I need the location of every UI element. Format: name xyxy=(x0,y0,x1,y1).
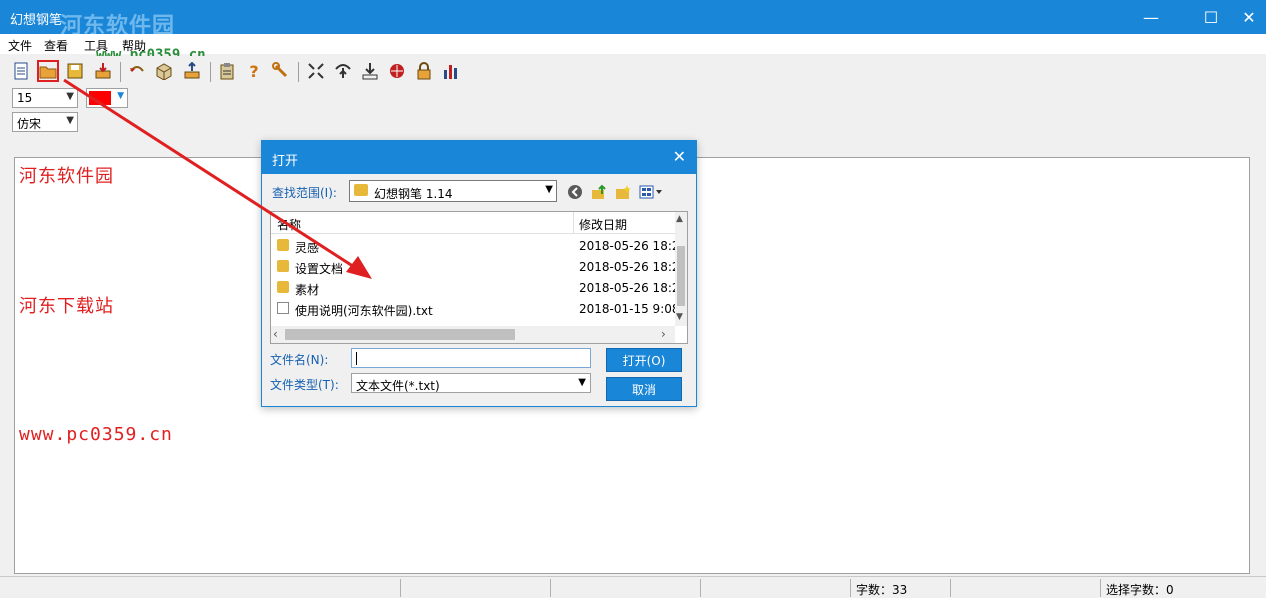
dialog-close-button[interactable]: ✕ xyxy=(673,147,686,166)
chevron-down-icon: ▼ xyxy=(578,377,586,388)
list-item[interactable]: 使用说明(河东软件园).txt 2018-01-15 9:08 xyxy=(271,298,675,319)
open-dialog: 打开 ✕ 查找范围(I): 幻想钢笔 1.14 ▼ 名称 修改日期 灵感 201… xyxy=(261,140,697,407)
selected-count: 选择字数：0 xyxy=(1106,583,1174,597)
toolbar-separator xyxy=(120,62,121,82)
item-name: 素材 xyxy=(295,283,320,297)
text-caret xyxy=(356,352,357,365)
status-divider xyxy=(1100,579,1101,597)
wrench-icon[interactable] xyxy=(270,60,292,82)
status-bar: 字数：33 选择字数：0 xyxy=(0,576,1266,598)
new-file-icon[interactable] xyxy=(10,60,32,82)
scroll-thumb[interactable] xyxy=(285,329,515,340)
export-icon[interactable] xyxy=(92,60,114,82)
look-in-label: 查找范围(I): xyxy=(272,186,337,200)
up-folder-icon[interactable] xyxy=(590,183,608,201)
scroll-left-icon[interactable]: ‹ xyxy=(273,327,278,341)
view-menu-icon[interactable] xyxy=(638,183,664,201)
open-button[interactable]: 打开(O) xyxy=(606,348,682,372)
editor-line: www.pc0359.cn xyxy=(19,424,173,445)
undo-icon[interactable] xyxy=(126,60,148,82)
folder-icon xyxy=(354,184,368,196)
new-folder-icon[interactable] xyxy=(614,183,632,201)
upload-icon[interactable] xyxy=(332,60,354,82)
font-name-value: 仿宋 xyxy=(17,117,42,131)
lock-icon[interactable] xyxy=(413,60,435,82)
box-icon[interactable] xyxy=(153,60,175,82)
chevron-down-icon: ▼ xyxy=(117,91,124,101)
editor-line: 河东下载站 xyxy=(19,296,114,317)
item-date: 2018-01-15 9:08 xyxy=(579,302,675,316)
back-icon[interactable] xyxy=(566,183,584,201)
status-divider xyxy=(950,579,951,597)
status-divider xyxy=(850,579,851,597)
open-folder-icon[interactable] xyxy=(37,60,59,82)
ball-icon[interactable] xyxy=(386,60,408,82)
text-file-icon xyxy=(277,302,289,314)
menu-file[interactable]: 文件 xyxy=(8,37,32,54)
clipboard-icon[interactable] xyxy=(216,60,238,82)
toolbar-separator xyxy=(210,62,211,82)
window-title: 幻想钢笔 xyxy=(10,13,63,28)
filename-label: 文件名(N): xyxy=(270,353,329,367)
minimize-button[interactable]: — xyxy=(1128,0,1174,34)
font-size-select[interactable]: 15 ▼ xyxy=(12,88,78,108)
item-date: 2018-05-26 18:2 xyxy=(579,260,675,274)
cancel-button[interactable]: 取消 xyxy=(606,377,682,401)
dialog-title-bar: 打开 ✕ xyxy=(262,141,696,174)
status-divider xyxy=(400,579,401,597)
dialog-title: 打开 xyxy=(272,154,299,169)
toolbar: ? xyxy=(0,56,1266,86)
chevron-down-icon: ▼ xyxy=(545,184,553,195)
filetype-value: 文本文件(*.txt) xyxy=(356,379,440,393)
list-item[interactable]: 素材 2018-05-26 18:2 xyxy=(271,277,675,298)
menu-view[interactable]: 查看 xyxy=(44,37,68,54)
scroll-up-icon[interactable]: ▲ xyxy=(676,214,683,224)
editor-line: 河东软件园 xyxy=(19,166,114,187)
status-divider xyxy=(550,579,551,597)
item-name: 灵感 xyxy=(295,241,320,255)
fullscreen-icon[interactable] xyxy=(305,60,327,82)
close-button[interactable]: ✕ xyxy=(1226,0,1266,34)
look-in-select[interactable]: 幻想钢笔 1.14 ▼ xyxy=(349,180,557,202)
title-bar: 幻想钢笔 河东软件园 — ☐ ✕ xyxy=(0,0,1266,39)
import-icon[interactable] xyxy=(181,60,203,82)
vertical-scrollbar[interactable]: ▲ ▼ xyxy=(675,212,687,326)
scroll-right-icon[interactable]: › xyxy=(661,327,666,341)
folder-icon xyxy=(277,281,289,293)
chevron-down-icon: ▼ xyxy=(66,91,74,102)
toolbar-separator xyxy=(298,62,299,82)
font-size-value: 15 xyxy=(17,91,33,105)
item-name: 设置文档 xyxy=(295,262,344,276)
font-name-select[interactable]: 仿宋 ▼ xyxy=(12,112,78,132)
status-divider xyxy=(700,579,701,597)
filetype-label: 文件类型(T): xyxy=(270,378,339,392)
folder-icon xyxy=(277,239,289,251)
file-list[interactable]: 名称 修改日期 灵感 2018-05-26 18:2 设置文档 2018-05-… xyxy=(270,211,688,344)
bar-chart-icon[interactable] xyxy=(440,60,462,82)
filetype-select[interactable]: 文本文件(*.txt) ▼ xyxy=(351,373,591,393)
item-date: 2018-05-26 18:2 xyxy=(579,239,675,253)
column-date[interactable]: 修改日期 xyxy=(579,216,627,233)
column-divider xyxy=(573,212,574,234)
download-icon[interactable] xyxy=(359,60,381,82)
item-date: 2018-05-26 18:2 xyxy=(579,281,675,295)
dialog-body: 查找范围(I): 幻想钢笔 1.14 ▼ 名称 修改日期 灵感 2018-05-… xyxy=(262,174,696,406)
folder-icon xyxy=(277,260,289,272)
item-name: 使用说明(河东软件园).txt xyxy=(295,304,433,318)
column-name[interactable]: 名称 xyxy=(277,216,301,233)
file-list-header: 名称 修改日期 xyxy=(271,212,675,234)
look-in-value: 幻想钢笔 1.14 xyxy=(374,187,453,201)
filename-input[interactable] xyxy=(351,348,591,368)
color-picker[interactable]: ▼ xyxy=(86,88,128,108)
help-icon[interactable]: ? xyxy=(243,60,265,82)
color-swatch xyxy=(89,91,111,105)
chevron-down-icon: ▼ xyxy=(66,115,74,126)
scroll-thumb[interactable] xyxy=(677,246,685,306)
horizontal-scrollbar[interactable]: ‹ › xyxy=(271,326,675,343)
list-item[interactable]: 设置文档 2018-05-26 18:2 xyxy=(271,256,675,277)
scroll-down-icon[interactable]: ▼ xyxy=(676,312,683,322)
char-count: 字数：33 xyxy=(856,583,908,597)
save-icon[interactable] xyxy=(64,60,86,82)
list-item[interactable]: 灵感 2018-05-26 18:2 xyxy=(271,235,675,256)
